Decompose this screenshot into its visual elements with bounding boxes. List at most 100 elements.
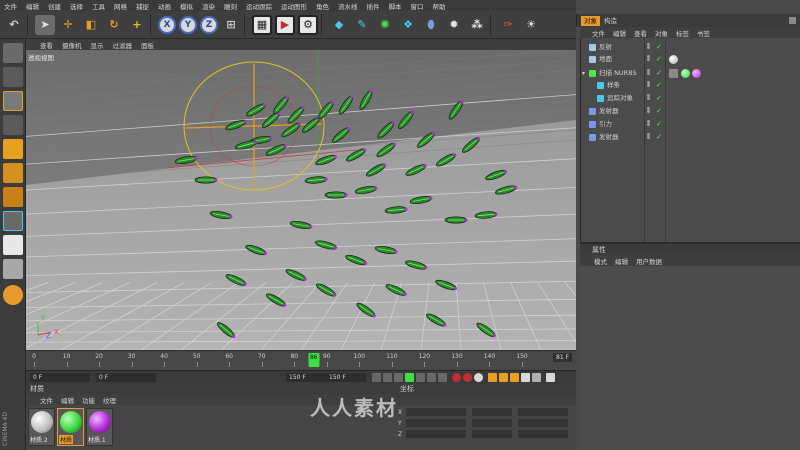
render-settings-icon[interactable]: ⚙ [298,14,318,35]
menu-motion-tracker[interactable]: 运动跟踪 [246,1,272,11]
timeline-playhead[interactable]: 86 [308,353,320,367]
param-key-icon[interactable] [521,373,530,382]
light-icon[interactable]: ☀ [521,15,541,35]
rotation-key-icon[interactable] [510,373,519,382]
obj-menu-bookmarks[interactable]: 书签 [697,28,710,38]
undo-icon[interactable]: ↶ [4,15,24,35]
menu-tools[interactable]: 工具 [92,1,105,11]
object-row[interactable]: ▾ 扫描 NURBS ✓ [581,68,800,79]
viewport-menu-panel[interactable]: 面板 [141,40,154,50]
menu-file[interactable]: 文件 [4,1,17,11]
menu-snap[interactable]: 捕捉 [136,1,149,11]
sculpt-icon[interactable] [3,285,23,305]
polygons-mode-icon[interactable] [3,187,23,207]
coord-size-field[interactable] [472,408,512,416]
keyframe-selection-icon[interactable] [474,373,483,382]
edges-mode-icon[interactable] [3,163,23,183]
record-icon[interactable] [452,373,461,382]
viewport-menu-cameras[interactable]: 摄像机 [62,40,82,50]
play-icon[interactable] [405,373,414,382]
tab-structure[interactable]: 构造 [601,16,620,26]
goto-end-icon[interactable] [438,373,447,382]
nurbs-icon[interactable]: ✺ [375,15,395,35]
menu-plugins[interactable]: 插件 [367,1,380,11]
enabled-check-icon[interactable]: ✓ [656,93,662,104]
scale-key-icon[interactable] [499,373,508,382]
min-frame-field[interactable]: 0 F [96,373,156,382]
perspective-viewport[interactable]: Y X Z 透视视图 [26,50,576,350]
menu-animate[interactable]: 动画 [158,1,171,11]
object-row[interactable]: 发射器 ✓ [581,132,800,143]
spline-icon[interactable]: ✎ [352,15,372,35]
axis-mode-icon[interactable] [3,115,23,135]
menu-select[interactable]: 选择 [70,1,83,11]
obj-menu-tags[interactable]: 标签 [676,28,689,38]
workplane-icon[interactable] [3,259,23,279]
enabled-check-icon[interactable]: ✓ [656,80,662,91]
menu-pipeline[interactable]: 流水线 [338,1,358,11]
visibility-dots-icon[interactable] [647,84,650,87]
autokey-icon[interactable] [463,373,472,382]
visibility-dots-icon[interactable] [647,97,650,100]
coord-size-field[interactable] [472,419,512,427]
snap-icon[interactable] [3,235,23,255]
material-tag-icon[interactable] [669,55,678,64]
menu-edit[interactable]: 编辑 [26,1,39,11]
add-icon[interactable]: + [127,15,147,35]
menu-script[interactable]: 脚本 [389,1,402,11]
x-axis-icon[interactable]: X [158,15,176,34]
viewport-menu-display[interactable]: 显示 [91,40,104,50]
menu-mesh[interactable]: 网格 [114,1,127,11]
enabled-check-icon[interactable]: ✓ [656,42,662,53]
array-icon[interactable]: ❖ [398,15,418,35]
expand-arrow-icon[interactable]: ▾ [582,68,585,79]
menu-simulate[interactable]: 模拟 [180,1,193,11]
viewport-menu-filter[interactable]: 过滤器 [113,40,133,50]
object-row[interactable]: 反射 ✓ [581,42,800,53]
select-icon[interactable]: ➤ [35,14,55,35]
visibility-dots-icon[interactable] [647,123,650,126]
coord-rotation-field[interactable] [518,419,568,427]
deformer-icon[interactable]: ⬮ [421,15,441,35]
tab-objects[interactable]: 对象 [581,16,600,26]
material-item[interactable]: 材质.1 [86,408,113,446]
materials-menu-edit[interactable]: 编辑 [61,395,74,405]
world-icon[interactable]: ⊞ [221,15,241,35]
coord-size-field[interactable] [472,430,512,438]
points-mode-icon[interactable] [3,139,23,159]
panel-close-icon[interactable] [789,17,796,24]
obj-menu-view[interactable]: 查看 [634,28,647,38]
coord-rotation-field[interactable] [518,408,568,416]
object-row[interactable]: 发射器 ✓ [581,106,800,117]
viewport-menu-view[interactable]: 查看 [40,40,53,50]
goto-start-icon[interactable] [372,373,381,382]
end-frame-field[interactable]: 150 F [326,373,366,382]
materials-menu-file[interactable]: 文件 [40,395,53,405]
menu-help[interactable]: 帮助 [433,1,446,11]
coord-position-field[interactable] [406,419,466,427]
materials-menu-texture[interactable]: 纹理 [103,395,116,405]
scale-icon[interactable]: ◧ [81,15,101,35]
render-view-icon[interactable]: ▦ [252,14,272,35]
texture-mode-icon[interactable] [3,91,23,111]
object-row[interactable]: 地面 ✓ [581,54,800,65]
visibility-dots-icon[interactable] [647,58,650,61]
coord-position-field[interactable] [406,408,466,416]
next-key-icon[interactable] [427,373,436,382]
enabled-check-icon[interactable]: ✓ [656,54,662,65]
visibility-dots-icon[interactable] [647,110,650,113]
obj-menu-objects[interactable]: 对象 [655,28,668,38]
obj-menu-edit[interactable]: 编辑 [613,28,626,38]
z-axis-icon[interactable]: Z [200,15,218,34]
y-axis-icon[interactable]: Y [179,15,197,34]
prev-frame-icon[interactable] [394,373,403,382]
attr-menu-userdata[interactable]: 用户数据 [636,256,662,266]
coord-position-field[interactable] [406,430,466,438]
menu-mograph[interactable]: 运动图形 [281,1,307,11]
model-mode-icon[interactable] [3,67,23,87]
material-item[interactable]: 材质.2 [28,408,55,446]
camera-icon[interactable]: ✑ [498,15,518,35]
menu-create[interactable]: 创建 [48,1,61,11]
timeline-ruler[interactable]: 81 F 0 10 20 30 40 50 60 70 80 90 100 110 120 130 140 1… [26,350,576,370]
rotate-icon[interactable]: ↻ [104,15,124,35]
